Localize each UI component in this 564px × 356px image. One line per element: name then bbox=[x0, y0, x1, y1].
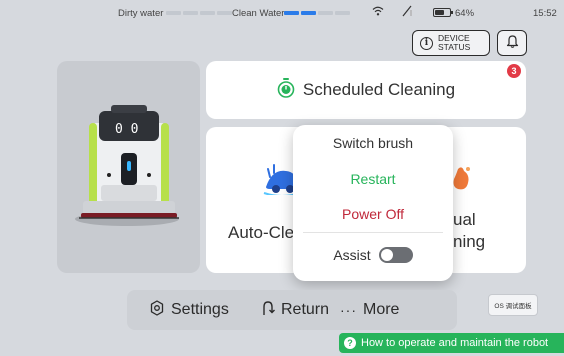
gear-icon bbox=[149, 299, 165, 321]
clock-time: 15:52 bbox=[533, 8, 557, 19]
return-icon bbox=[261, 300, 275, 321]
battery-icon bbox=[433, 8, 453, 17]
toggle-knob bbox=[380, 249, 393, 261]
robot-image-card: 0 0 bbox=[57, 61, 200, 273]
notifications-button[interactable] bbox=[497, 30, 527, 56]
help-icon: ? bbox=[344, 337, 356, 349]
svg-text:0 0: 0 0 bbox=[115, 122, 138, 137]
manual-clean-label-line1: ual bbox=[453, 210, 476, 229]
device-status-button[interactable]: i DEVICE STATUS bbox=[412, 30, 490, 56]
timer-icon bbox=[277, 77, 295, 103]
settings-label: Settings bbox=[171, 301, 229, 318]
assist-toggle[interactable] bbox=[378, 247, 413, 263]
assist-label: Assist bbox=[333, 247, 371, 263]
switch-brush-button[interactable]: Switch brush bbox=[293, 135, 453, 151]
assist-row: Assist bbox=[293, 247, 453, 263]
status-bar: Dirty water Clean Water 64% 15:52 bbox=[0, 0, 564, 26]
more-popup-menu: Switch brush Restart Power Off Assist bbox=[293, 125, 453, 281]
help-banner[interactable]: ? How to operate and maintain the robot bbox=[339, 333, 564, 353]
power-off-button[interactable]: Power Off bbox=[293, 206, 453, 222]
more-button[interactable]: ··· More bbox=[340, 290, 399, 330]
manual-clean-icon bbox=[450, 165, 474, 198]
robot-illustration: 0 0 bbox=[75, 105, 179, 226]
more-dots-icon: ··· bbox=[340, 302, 357, 318]
clean-water-label: Clean Water bbox=[232, 8, 285, 19]
battery-percent: 64% bbox=[455, 8, 475, 19]
return-label: Return bbox=[281, 301, 330, 318]
wifi-icon bbox=[372, 5, 384, 20]
bell-icon bbox=[506, 34, 519, 53]
more-label: More bbox=[363, 301, 400, 318]
device-status-line2: STATUS bbox=[438, 42, 471, 52]
dirty-water-level-bar bbox=[166, 11, 232, 15]
bottom-nav-bar: Settings Return ··· More bbox=[127, 290, 457, 330]
popup-divider bbox=[303, 232, 443, 233]
settings-button[interactable]: Settings bbox=[149, 290, 229, 330]
battery-fill bbox=[435, 10, 444, 15]
scheduled-cleaning-label: Scheduled Cleaning bbox=[302, 80, 456, 99]
scheduled-count-badge: 3 bbox=[507, 64, 521, 78]
return-button[interactable]: Return bbox=[261, 290, 329, 330]
clean-water-level-bar bbox=[284, 11, 350, 15]
os-debug-button[interactable]: OS 调试面板 bbox=[488, 294, 538, 316]
device-status-label: DEVICE STATUS bbox=[438, 34, 470, 52]
info-icon: i bbox=[420, 36, 433, 50]
restart-button[interactable]: Restart bbox=[293, 171, 453, 187]
dirty-water-label: Dirty water bbox=[118, 8, 164, 19]
help-banner-label: How to operate and maintain the robot bbox=[361, 337, 549, 349]
manual-clean-label-line2: ning bbox=[453, 232, 486, 251]
auto-clean-label: Auto-Cle bbox=[228, 223, 295, 242]
scheduled-cleaning-card[interactable]: Scheduled Cleaning bbox=[206, 61, 526, 119]
no-signal-icon bbox=[401, 5, 413, 20]
